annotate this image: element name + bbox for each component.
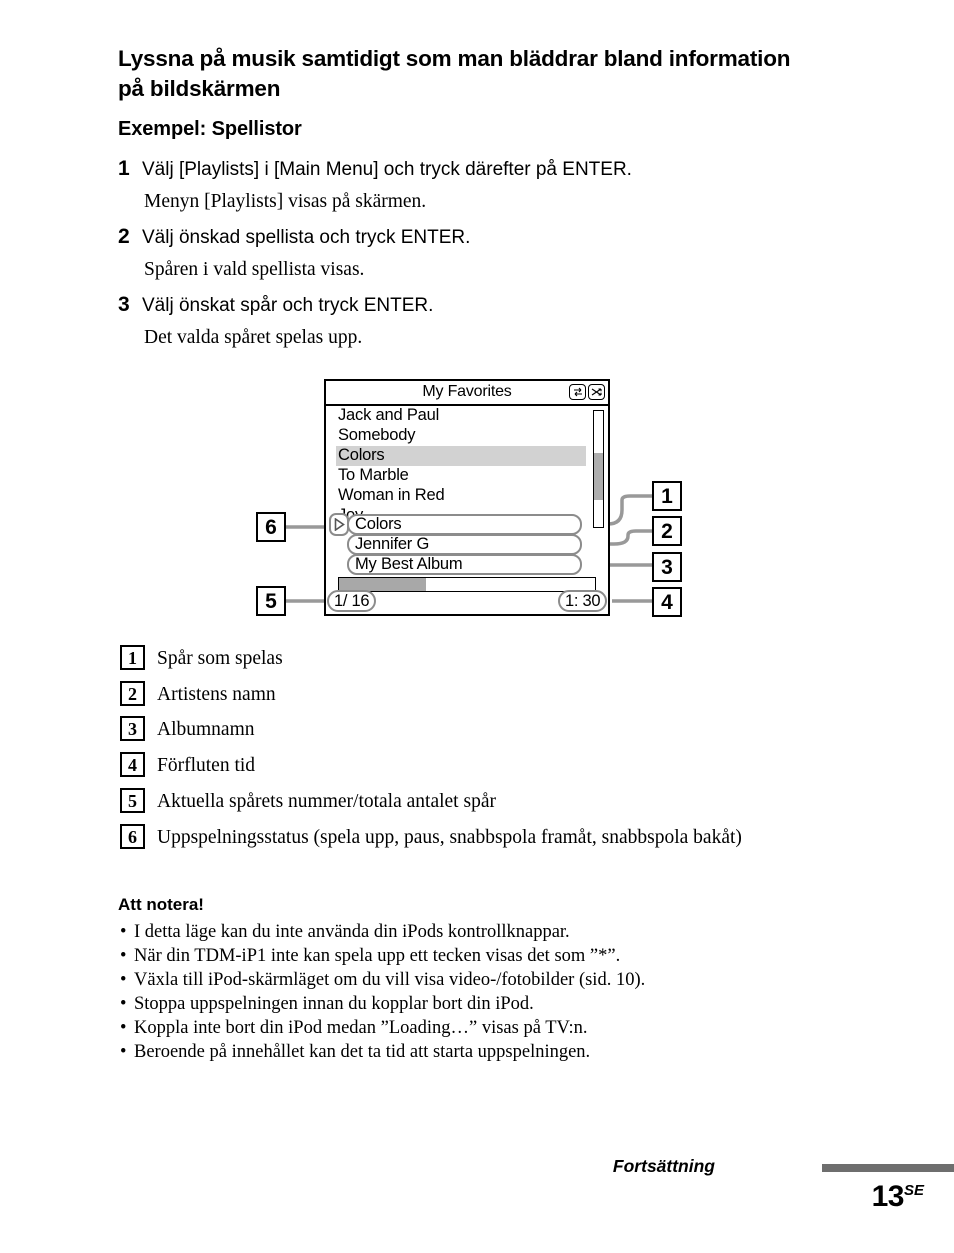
legend-label: Artistens namn — [157, 684, 276, 705]
callout-5: 5 — [256, 586, 286, 616]
list-item[interactable]: Woman in Red — [336, 486, 584, 506]
legend-label: Spår som spelas — [157, 648, 283, 669]
note-text: Koppla inte bort din iPod medan ”Loading… — [134, 1018, 588, 1038]
callout-leader-lines — [286, 494, 652, 603]
note-item: • När din TDM-iP1 inte kan spela upp ett … — [120, 946, 620, 967]
playback-status-indicator — [329, 513, 349, 536]
note-text: I detta läge kan du inte använda din iPo… — [134, 922, 570, 942]
note-text: Beroende på innehållet kan det ta tid at… — [134, 1042, 591, 1062]
legend-label: Aktuella spårets nummer/totala antalet s… — [157, 791, 496, 812]
scrollbar-thumb[interactable] — [594, 452, 603, 501]
legend-number: 3 — [120, 716, 145, 741]
page-number-value: 13 — [871, 1180, 905, 1213]
legend-number: 2 — [120, 681, 145, 706]
callout-2: 2 — [652, 516, 682, 546]
page-number-suffix: SE — [903, 1182, 924, 1199]
notes-heading: Att notera! — [118, 895, 204, 914]
list-item-selected[interactable]: Colors — [336, 446, 586, 466]
legend-label: Albumnamn — [157, 719, 255, 740]
step-1-number: 1 — [118, 157, 130, 180]
page-title: Lyssna på musik samtidigt som man bläddr… — [118, 46, 791, 101]
list-item[interactable]: To Marble — [336, 466, 584, 486]
legend-number: 6 — [120, 824, 145, 849]
legend-number: 1 — [120, 645, 145, 670]
note-item: • I detta läge kan du inte använda din iP… — [120, 922, 570, 943]
step-3-result: Det valda spåret spelas upp. — [144, 327, 363, 348]
bullet-icon: • — [120, 1018, 127, 1038]
step-2-number: 2 — [118, 225, 130, 248]
list-item[interactable]: Jack and Paul — [336, 406, 584, 426]
elapsed-time-indicator: 1: 30 — [558, 590, 608, 612]
legend-label: Uppspelningsstatus (spela upp, paus, sna… — [157, 827, 742, 848]
note-text: Stoppa uppspelningen innan du kopplar bo… — [134, 994, 534, 1014]
now-playing-artist: Jennifer G — [347, 534, 582, 555]
callout-4: 4 — [652, 587, 682, 617]
note-item: • Beroende på innehållet kan det ta tid a… — [120, 1042, 590, 1063]
note-item: • Stoppa uppspelningen innan du kopplar b… — [120, 994, 534, 1015]
legend-label: Förfluten tid — [157, 755, 256, 776]
screen-title-bar: My Favorites — [326, 381, 608, 406]
bullet-icon: • — [120, 994, 127, 1014]
note-text: Växla till iPod-skärmläget om du vill vi… — [134, 970, 646, 990]
step-1-result: Menyn [Playlists] visas på skärmen. — [144, 191, 427, 212]
progress-bar[interactable] — [338, 577, 596, 592]
now-playing-album: My Best Album — [347, 554, 582, 575]
note-text: När din TDM-iP1 inte kan spela upp ett t… — [134, 946, 621, 966]
step-3-instruction: Välj önskat spår och tryck ENTER. — [142, 295, 434, 316]
list-item[interactable]: Somebody — [336, 426, 584, 446]
step-3-number: 3 — [118, 293, 130, 316]
callout-1: 1 — [652, 481, 682, 511]
track-number-indicator: 1/ 16 — [327, 590, 377, 612]
note-item: • Koppla inte bort din iPod medan ”Loadin… — [120, 1018, 588, 1039]
step-1-instruction: Välj [Playlists] i [Main Menu] och tryck… — [142, 159, 632, 180]
legend-number: 5 — [120, 788, 145, 813]
track-list: Jack and Paul Somebody Colors To Marble … — [326, 406, 586, 526]
callout-3: 3 — [652, 552, 682, 582]
screen-title-icons — [569, 383, 605, 400]
step-2-result: Spåren i vald spellista visas. — [144, 259, 365, 280]
page-number: 13SE — [872, 1180, 924, 1214]
bullet-icon: • — [120, 946, 127, 966]
shuffle-icon — [588, 383, 605, 400]
note-item: • Växla till iPod-skärmläget om du vill v… — [120, 970, 645, 991]
continuation-label: Fortsättning — [612, 1156, 715, 1176]
legend-number: 4 — [120, 752, 145, 777]
bullet-icon: • — [120, 922, 127, 942]
step-2-instruction: Välj önskad spellista och tryck ENTER. — [142, 227, 471, 248]
now-playing-track: Colors — [347, 514, 582, 535]
repeat-icon — [569, 383, 586, 400]
bullet-icon: • — [120, 970, 127, 990]
screen-title: My Favorites — [422, 383, 512, 400]
bullet-icon: • — [120, 1042, 127, 1062]
callout-6: 6 — [256, 512, 286, 542]
footer-rule — [822, 1164, 954, 1172]
scrollbar[interactable] — [593, 410, 604, 528]
play-icon — [334, 518, 345, 531]
section-subtitle: Exempel: Spellistor — [118, 118, 302, 140]
device-screen: My Favorites Jack and Paul Somebody Colo… — [324, 379, 610, 616]
